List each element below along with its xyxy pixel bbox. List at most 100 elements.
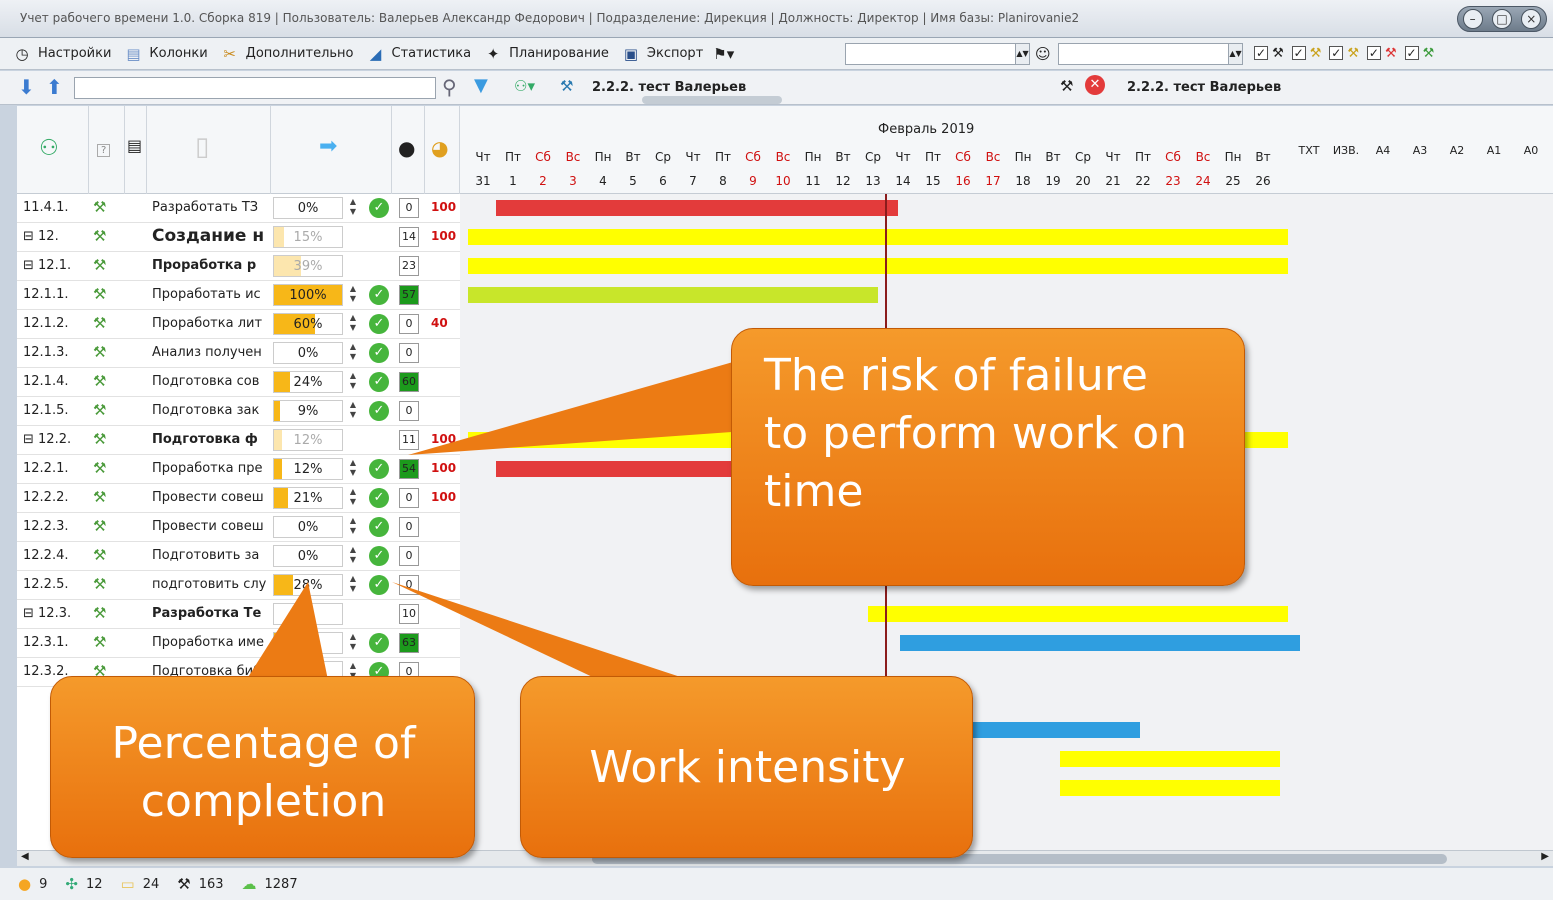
check-icon[interactable]: ✓ [369,459,389,479]
task-row[interactable]: 12.1.2. ⚒ Проработка лит 60% ▲ ▼ ✓ 0 40 [17,310,460,339]
task-row[interactable]: 11.4.1. ⚒ Разработать ТЗ 0% ▲ ▼ ✓ 0 100 [17,194,460,223]
arrow-down-icon[interactable]: ⬇ [18,75,35,99]
scroll-left-icon[interactable]: ◀ [21,851,29,862]
task-name[interactable]: Подготовка сов [152,374,267,389]
progress-spinner[interactable]: ▲▼ [344,632,362,654]
search-icon[interactable]: ⚲ [442,75,457,99]
progress-field[interactable]: 60% [273,313,343,335]
gantt-bar[interactable] [960,722,1140,738]
extra-button[interactable]: ✂ Дополнительно [220,44,353,64]
maximize-icon[interactable]: □ [1491,9,1512,29]
task-row[interactable]: 12.2.2. ⚒ Провести совеш 21% ▲ ▼ ✓ 0 100 [17,484,460,513]
progress-field[interactable]: 0% [273,342,343,364]
task-name[interactable]: Проработать ис [152,287,267,302]
right-column-header[interactable]: А1 [1475,144,1513,157]
progress-field[interactable]: 15% [273,226,343,248]
task-row[interactable]: ⊟ 12. ⚒ Создание н 15% 14 100 [17,223,460,252]
export-button[interactable]: ▣ Экспорт [621,44,703,64]
hierarchy-icon[interactable]: ⚇▾ [514,77,535,95]
progress-field[interactable]: 100% [273,284,343,306]
arrow-up-icon[interactable]: ⬆ [46,75,63,99]
progress-spinner[interactable]: ▲▼ [344,284,362,306]
progress-field[interactable]: 1 [273,632,343,654]
close-red-icon[interactable]: ✕ [1085,75,1105,95]
col-flags[interactable]: ? [89,106,125,194]
check-icon[interactable]: ✓ [369,488,389,508]
task-row[interactable]: 12.1.4. ⚒ Подготовка сов 24% ▲ ▼ ✓ 60 [17,368,460,397]
minimize-icon[interactable]: – [1462,9,1483,29]
progress-spinner[interactable]: ▲▼ [344,458,362,480]
task-row[interactable]: 12.1.1. ⚒ Проработать ис 100% ▲ ▼ ✓ 57 [17,281,460,310]
task-name[interactable]: Провести совеш [152,490,267,505]
columns-button[interactable]: ▤ Колонки [123,44,207,64]
progress-field[interactable]: 9% [273,400,343,422]
filter-input[interactable] [74,77,436,99]
progress-field[interactable]: 21% [273,487,343,509]
col-risk[interactable]: ◕ [425,106,460,194]
right-column-header[interactable]: ТХТ [1290,144,1328,157]
task-name[interactable]: Проработка пре [152,461,267,476]
scroll-right-icon[interactable]: ▶ [1541,851,1549,862]
settings-button[interactable]: ◷ Настройки [12,44,111,64]
task-name[interactable]: Подготовить за [152,548,267,563]
progress-field[interactable]: 12% [273,458,343,480]
check-icon[interactable]: ✓ [369,372,389,392]
users-icon[interactable]: ☺ [1035,45,1051,63]
task-name[interactable]: Подготовка ф [152,432,267,447]
checkbox-5[interactable]: ✓ [1404,46,1419,60]
progress-field[interactable]: 24% [273,371,343,393]
check-icon[interactable]: ✓ [369,198,389,218]
progress-spinner[interactable]: ▲▼ [344,371,362,393]
check-icon[interactable]: ✓ [369,343,389,363]
task-name[interactable]: подготовить слу [152,577,267,592]
progress-field[interactable]: 12% [273,429,343,451]
progress-spinner[interactable]: ▲▼ [344,342,362,364]
gantt-bar[interactable] [900,635,1300,651]
task-row[interactable]: 12.2.5. ⚒ подготовить слу 28% ▲ ▼ ✓ 0 [17,571,460,600]
filter-combo-1[interactable]: ▲▼ [845,43,1030,65]
check-icon[interactable]: ✓ [369,633,389,653]
top-scrollbar[interactable] [470,95,1280,105]
progress-spinner[interactable]: ▲▼ [344,545,362,567]
check-icon[interactable]: ✓ [369,517,389,537]
task-row[interactable]: 12.2.3. ⚒ Провести совеш 0% ▲ ▼ ✓ 0 [17,513,460,542]
right-column-header[interactable]: А3 [1401,144,1439,157]
task-row[interactable]: ⊟ 12.1. ⚒ Проработка р 39% 23 [17,252,460,281]
checkbox-1[interactable]: ✓ [1254,46,1268,60]
statistics-button[interactable]: ◢ Статистика [366,44,471,64]
progress-field[interactable]: 39% [273,255,343,277]
progress-field[interactable]: 28% [273,574,343,596]
planning-button[interactable]: ✦ Планирование [483,44,609,64]
col-intensity[interactable]: ● [392,106,425,194]
task-row[interactable]: 12.1.3. ⚒ Анализ получен 0% ▲ ▼ ✓ 0 [17,339,460,368]
spin-icon[interactable]: ▲▼ [1015,44,1029,64]
gantt-bar[interactable] [496,200,898,216]
progress-field[interactable]: 0% [273,516,343,538]
col-hierarchy[interactable]: ⚇ [17,106,89,194]
task-row[interactable]: 12.2.4. ⚒ Подготовить за 0% ▲ ▼ ✓ 0 [17,542,460,571]
task-row[interactable]: 12.2.1. ⚒ Проработка пре 12% ▲ ▼ ✓ 54 100 [17,455,460,484]
checkbox-2[interactable]: ✓ [1291,46,1306,60]
task-name[interactable]: Подготовка зак [152,403,267,418]
user-filter-icon[interactable]: ⚑▾ [713,44,734,64]
right-column-header[interactable]: А0 [1512,144,1550,157]
progress-spinner[interactable]: ▲▼ [344,400,362,422]
check-icon[interactable]: ✓ [369,401,389,421]
spin-icon[interactable]: ▲▼ [1228,44,1242,64]
progress-spinner[interactable]: ▲▼ [344,197,362,219]
task-name[interactable]: Проработка р [152,258,267,273]
gantt-bar[interactable] [868,606,1288,622]
col-name[interactable]: ▯ [147,106,271,194]
check-icon[interactable]: ✓ [369,314,389,334]
progress-field[interactable]: 0% [273,197,343,219]
check-icon[interactable]: ✓ [369,546,389,566]
gantt-bar[interactable] [468,287,878,303]
task-name[interactable]: Анализ получен [152,345,267,360]
gantt-bar[interactable] [1060,780,1280,796]
task-name[interactable]: Проработка лит [152,316,267,331]
filter-combo-2[interactable]: ▲▼ [1058,43,1243,65]
checkbox-4[interactable]: ✓ [1366,46,1381,60]
gantt-bar[interactable] [468,229,1288,245]
gantt-bar[interactable] [1060,751,1280,767]
check-icon[interactable]: ✓ [369,285,389,305]
